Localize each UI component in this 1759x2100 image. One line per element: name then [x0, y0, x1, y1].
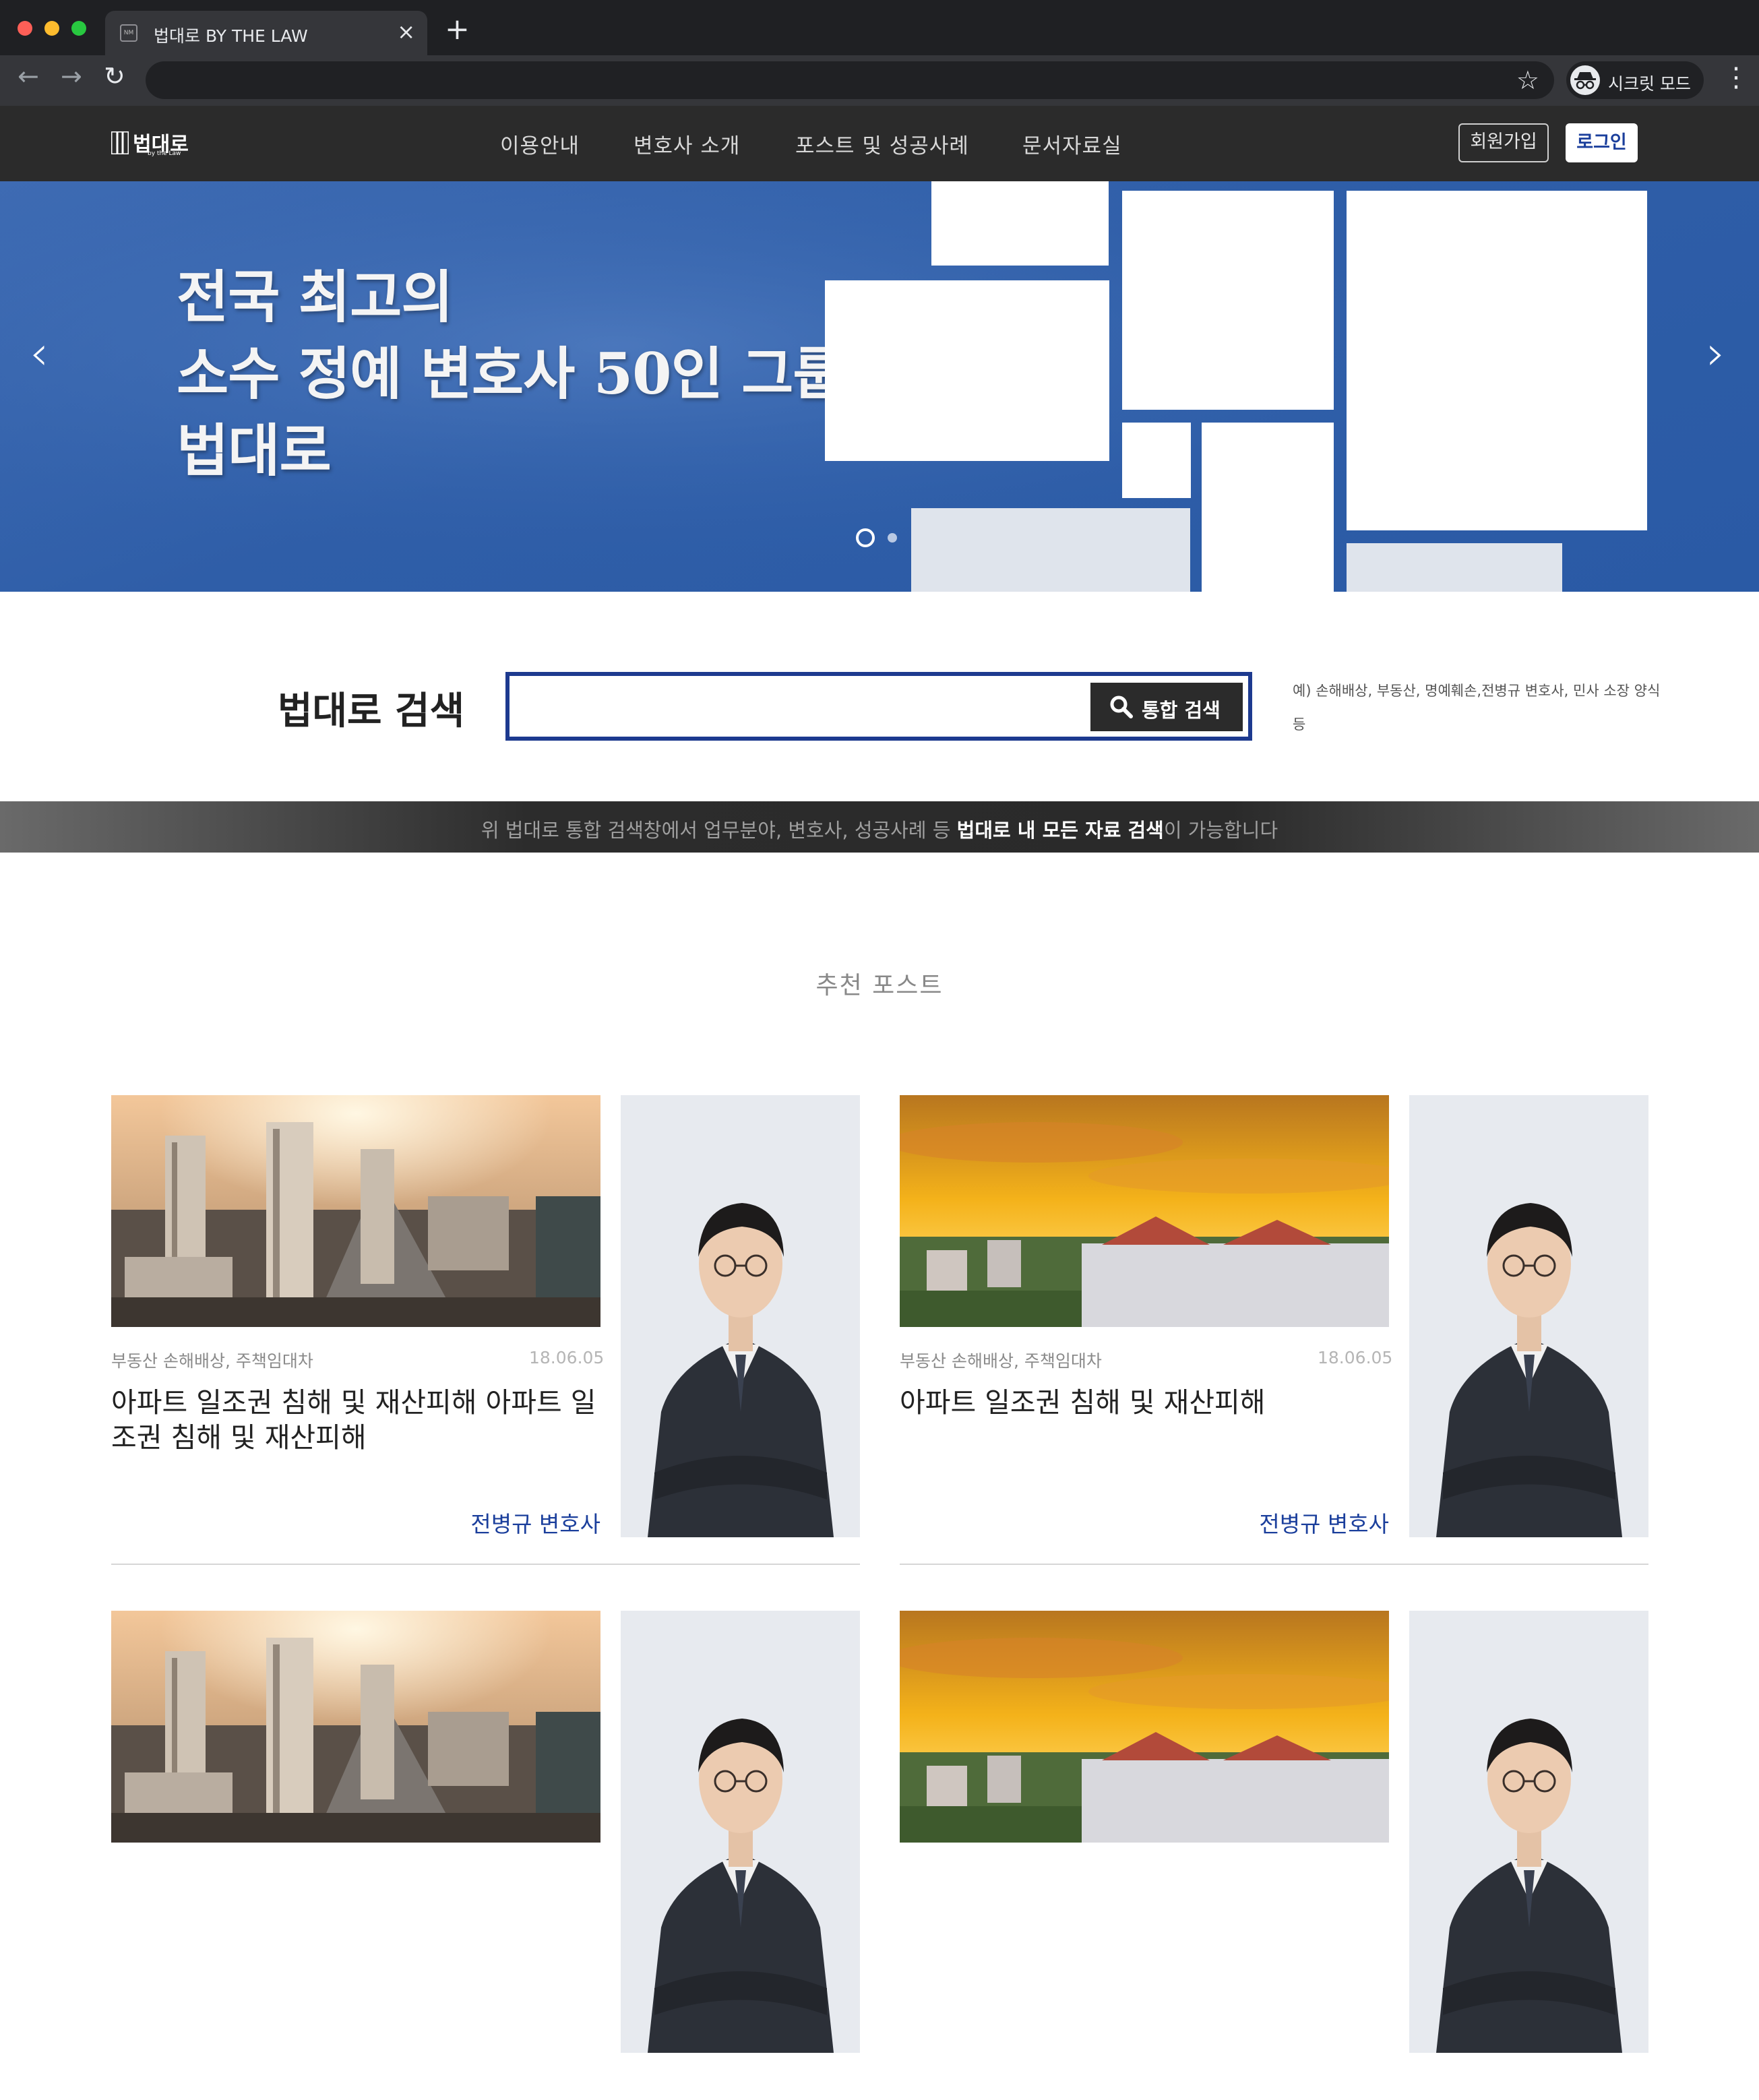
- hero-next-arrow-icon[interactable]: ›: [1706, 330, 1725, 377]
- notice-text-before: 위 법대로 통합 검색창에서 업무분야, 변호사, 성공사례 등: [481, 819, 957, 842]
- hero-frame: [911, 508, 1190, 592]
- browser-toolbar: ← → ↻ ☆ 시크릿 모드 ⋮: [0, 55, 1759, 106]
- incognito-icon: [1570, 65, 1600, 95]
- lawyer-portrait: [621, 1095, 860, 1537]
- hero-line-3: 법대로: [177, 417, 332, 484]
- new-tab-icon[interactable]: +: [445, 15, 470, 44]
- hero-line-1: 전국 최고의: [177, 264, 454, 330]
- search-icon: [1110, 696, 1133, 718]
- hero-line-2: 소수 정예 변호사 50인 그룹: [177, 340, 845, 407]
- browser-tab[interactable]: NM 법대로 BY THE LAW ×: [105, 11, 427, 55]
- post-thumbnail[interactable]: [900, 1095, 1389, 1327]
- search-button-label: 통합 검색: [1142, 699, 1221, 722]
- card-divider: [900, 1564, 1648, 1565]
- city-thumbnail: [111, 1611, 600, 1843]
- login-button[interactable]: 로그인: [1566, 123, 1638, 162]
- hero-banner: 전국 최고의 소수 정예 변호사 50인 그룹 법대로 ‹ ›: [0, 181, 1759, 592]
- logo-subtext: by the Law: [148, 150, 181, 157]
- hero-frame: [1122, 191, 1334, 410]
- post-title[interactable]: 아파트 일조권 침해 및 재산피해: [900, 1385, 1392, 1420]
- post-thumbnail[interactable]: [900, 1611, 1389, 1843]
- site-header: 법대로 by the Law 이용안내 변호사 소개 포스트 및 성공사례 문서…: [0, 106, 1759, 181]
- hero-frame: [1347, 191, 1647, 530]
- post-title[interactable]: 아파트 일조권 침해 및 재산피해 아파트 일조권 침해 및 재산피해: [111, 1385, 603, 1455]
- hero-prev-arrow-icon[interactable]: ‹: [30, 330, 49, 377]
- search-notice-bar: 위 법대로 통합 검색창에서 업무분야, 변호사, 성공사례 등 법대로 내 모…: [0, 801, 1759, 853]
- section-title: 추천 포스트: [815, 972, 944, 999]
- minimize-window-button[interactable]: [44, 21, 59, 36]
- city-thumbnail: [111, 1095, 600, 1327]
- lawyer-photo[interactable]: [1409, 1611, 1648, 2053]
- lawyer-portrait: [1409, 1611, 1648, 2053]
- lawyer-portrait: [1409, 1095, 1648, 1537]
- post-thumbnail[interactable]: [111, 1095, 600, 1327]
- post-author[interactable]: 전병규 변호사: [381, 1506, 600, 1539]
- slide-dot-active[interactable]: [856, 528, 875, 547]
- close-window-button[interactable]: [18, 21, 32, 36]
- browser-chrome: NM 법대로 BY THE LAW × + ← → ↻ ☆ 시크릿 모드 ⋮: [0, 0, 1759, 106]
- hero-frame: [1122, 423, 1191, 498]
- search-box: 통합 검색: [505, 672, 1252, 741]
- favicon-icon: NM: [120, 24, 137, 42]
- hero-heading: 전국 최고의 소수 정예 변호사 50인 그룹 법대로: [177, 259, 851, 489]
- lawyer-portrait: [621, 1611, 860, 2053]
- tab-title: 법대로 BY THE LAW: [154, 26, 308, 46]
- post-author[interactable]: 전병규 변호사: [1169, 1506, 1389, 1539]
- search-input[interactable]: [516, 683, 1089, 730]
- nav-lawyers[interactable]: 변호사 소개: [634, 129, 740, 159]
- slide-dot[interactable]: [888, 533, 897, 543]
- post-category: 부동산 손해배상, 주책임대차: [111, 1351, 313, 1371]
- post-card[interactable]: 부동산 손해배상, 주책임대차 18.06.05 아파트 일조권 침해 및 재산피해…: [900, 1095, 1648, 1584]
- lawyer-photo[interactable]: [1409, 1095, 1648, 1537]
- nav-posts-cases[interactable]: 포스트 및 성공사례: [795, 129, 969, 159]
- sunset-thumbnail: [900, 1611, 1389, 1843]
- search-hint: 예) 손해배상, 부동산, 명예훼손,전병규 변호사, 민사 소장 양식 등: [1293, 683, 1661, 733]
- logo-mark-icon: [111, 131, 129, 154]
- close-tab-icon[interactable]: ×: [397, 19, 415, 44]
- browser-menu-icon[interactable]: ⋮: [1723, 62, 1750, 93]
- back-icon[interactable]: ←: [18, 63, 39, 89]
- incognito-indicator[interactable]: 시크릿 모드: [1566, 61, 1704, 99]
- hero-frame: [1347, 543, 1562, 592]
- nav-guide[interactable]: 이용안내: [500, 129, 580, 159]
- post-date: 18.06.05: [529, 1348, 605, 1367]
- incognito-label: 시크릿 모드: [1608, 74, 1691, 94]
- hero-frame: [931, 181, 1109, 266]
- lawyer-photo[interactable]: [621, 1611, 860, 2053]
- post-thumbnail[interactable]: [111, 1611, 600, 1843]
- address-bar[interactable]: ☆: [146, 61, 1554, 99]
- sunset-thumbnail: [900, 1095, 1389, 1327]
- reload-icon[interactable]: ↻: [104, 63, 125, 89]
- lawyer-photo[interactable]: [621, 1095, 860, 1537]
- notice-text: 위 법대로 통합 검색창에서 업무분야, 변호사, 성공사례 등 법대로 내 모…: [0, 815, 1759, 843]
- signup-button[interactable]: 회원가입: [1458, 123, 1549, 162]
- post-card[interactable]: [111, 1611, 860, 2100]
- notice-text-after: 이 가능합니다: [1163, 819, 1278, 842]
- notice-text-bold: 법대로 내 모든 자료 검색: [956, 819, 1164, 842]
- post-card[interactable]: 부동산 손해배상, 주책임대차 18.06.05 아파트 일조권 침해 및 재산피해…: [111, 1095, 860, 1584]
- search-title: 법대로 검색: [278, 689, 465, 733]
- post-card[interactable]: [900, 1611, 1648, 2100]
- hero-frame: [1202, 423, 1334, 592]
- integrated-search-button[interactable]: 통합 검색: [1090, 683, 1243, 731]
- nav-documents[interactable]: 문서자료실: [1022, 129, 1122, 159]
- card-divider: [111, 1564, 860, 1565]
- forward-icon[interactable]: →: [61, 63, 82, 89]
- post-category: 부동산 손해배상, 주책임대차: [900, 1351, 1102, 1371]
- bookmark-star-icon[interactable]: ☆: [1516, 65, 1539, 95]
- maximize-window-button[interactable]: [71, 21, 86, 36]
- hero-frame: [825, 280, 1109, 461]
- post-date: 18.06.05: [1318, 1348, 1393, 1367]
